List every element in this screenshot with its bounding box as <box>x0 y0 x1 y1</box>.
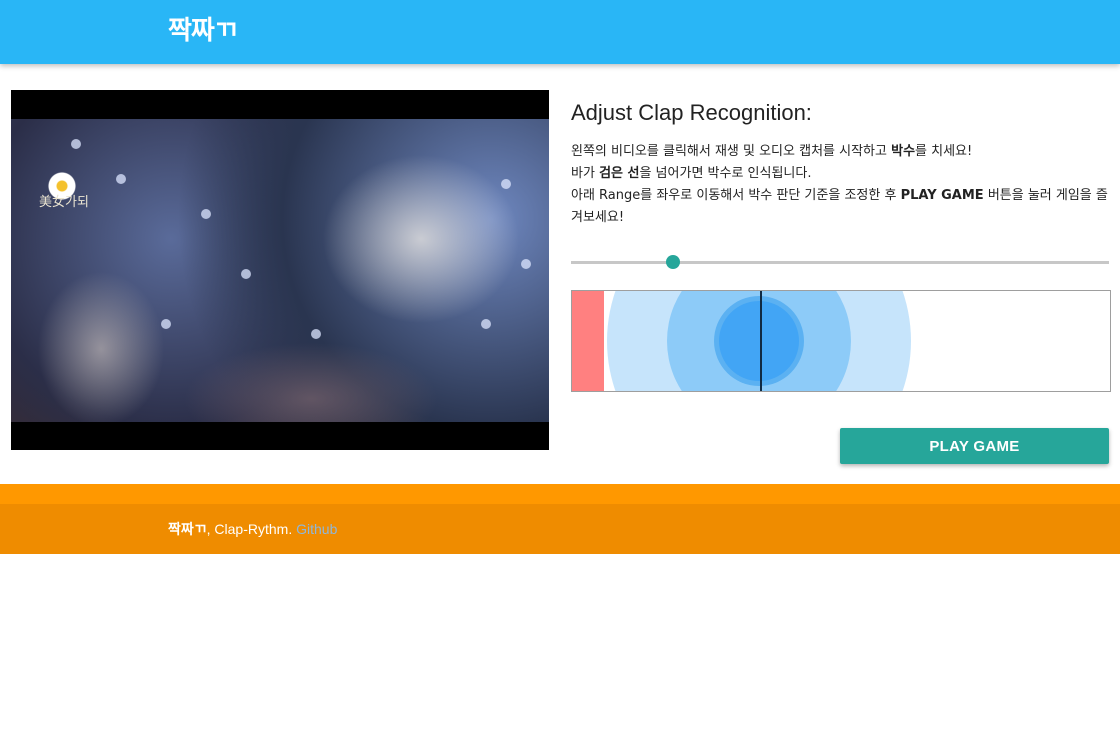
threshold-line <box>760 291 762 391</box>
clap-visualizer <box>571 290 1111 392</box>
video-frame: 美女가되 <box>11 119 549 422</box>
footer-text: 짝짜ㄲ, Clap-Rythm. Github <box>168 519 337 539</box>
instructions: 왼쪽의 비디오를 클릭해서 재생 및 오디오 캡처를 시작하고 박수를 치세요!… <box>571 141 1111 229</box>
footer-brand: 짝짜ㄲ <box>168 521 207 537</box>
instruction-line-1: 왼쪽의 비디오를 클릭해서 재생 및 오디오 캡처를 시작하고 박수를 치세요! <box>571 144 973 159</box>
github-link[interactable]: Github <box>296 521 337 537</box>
range-thumb[interactable] <box>666 255 680 269</box>
sound-ring-core <box>719 301 799 381</box>
range-track[interactable] <box>571 261 1109 264</box>
video-player[interactable]: 美女가되 <box>11 90 549 450</box>
footer-stripe <box>0 484 1120 504</box>
volume-level-bar <box>572 291 604 391</box>
page-title: Adjust Clap Recognition: <box>571 100 812 125</box>
navbar: 짝짜ㄲ <box>0 0 1120 64</box>
footer: 짝짜ㄲ, Clap-Rythm. Github <box>0 484 1120 554</box>
video-watermark: 美女가되 <box>39 195 89 210</box>
play-game-button[interactable]: PLAY GAME <box>840 428 1109 464</box>
instruction-line-2: 바가 검은 선을 넘어가면 박수로 인식됩니다. <box>571 166 812 181</box>
footer-caption: , Clap-Rythm. <box>206 521 297 537</box>
instruction-line-3: 아래 Range를 좌우로 이동해서 박수 판단 기준을 조정한 후 PLAY … <box>571 188 1108 225</box>
threshold-range-slider[interactable] <box>571 255 1109 271</box>
brand-logo[interactable]: 짝짜ㄲ <box>168 12 238 50</box>
